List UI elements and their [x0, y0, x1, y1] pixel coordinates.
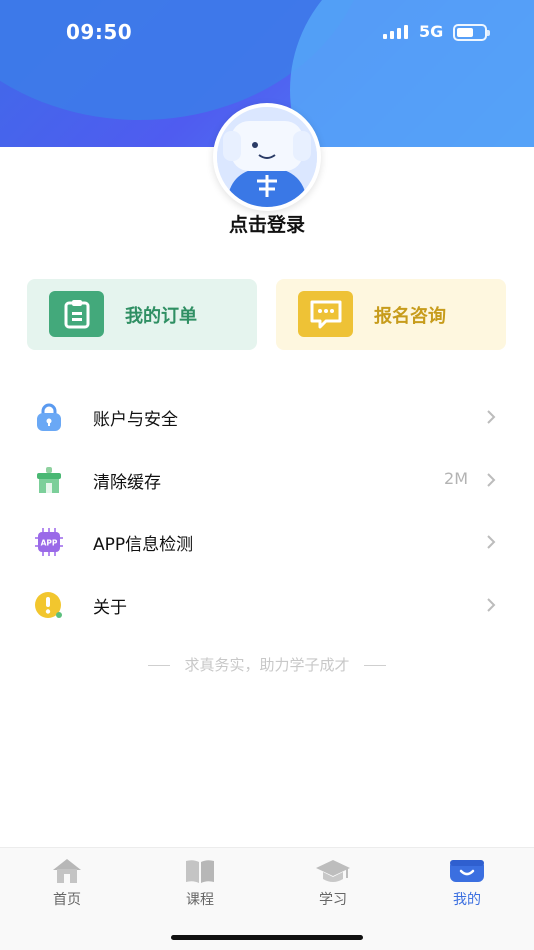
home-icon [53, 859, 81, 883]
chevron-right-icon [487, 535, 496, 549]
svg-text:APP: APP [41, 539, 58, 548]
tab-label: 学习 [319, 892, 347, 908]
status-bar: 09:50 5G [0, 0, 534, 66]
menu-label: APP信息检测 [93, 535, 194, 555]
enrollment-consult-label: 报名咨询 [374, 306, 446, 327]
chevron-right-icon [487, 598, 496, 612]
menu-item-about[interactable]: 关于 [0, 574, 534, 634]
app-chip-icon: APP [34, 527, 64, 557]
tab-label: 我的 [453, 892, 481, 908]
network-label: 5G [419, 22, 444, 41]
my-orders-label: 我的订单 [125, 306, 197, 327]
mascot-avatar-icon [217, 107, 317, 207]
slogan: 求真务实，助力学子成才 [0, 654, 534, 675]
menu-label: 清除缓存 [93, 473, 161, 493]
clipboard-icon [49, 291, 104, 337]
tab-mine[interactable]: 我的 [427, 858, 507, 918]
clear-cache-icon [34, 465, 64, 495]
menu-label: 账户与安全 [93, 410, 178, 430]
my-orders-card[interactable]: 我的订单 [27, 279, 257, 350]
menu-item-app-info-check[interactable]: APP APP信息检测 [0, 511, 534, 571]
chevron-right-icon [487, 410, 496, 424]
lock-icon [34, 402, 64, 432]
menu-item-account-security[interactable]: 账户与安全 [0, 386, 534, 446]
status-time: 09:50 [66, 20, 133, 44]
home-indicator[interactable] [171, 935, 363, 940]
tab-label: 课程 [186, 892, 214, 908]
tab-home[interactable]: 首页 [27, 858, 107, 918]
tab-label: 首页 [53, 892, 81, 908]
info-alert-icon [34, 590, 64, 620]
avatar[interactable] [213, 103, 321, 211]
signal-icon [383, 25, 408, 39]
chat-bubble-icon [298, 291, 353, 337]
chevron-right-icon [487, 473, 496, 487]
tab-study[interactable]: 学习 [293, 858, 373, 918]
profile-icon [450, 860, 484, 882]
enrollment-consult-card[interactable]: 报名咨询 [276, 279, 506, 350]
book-icon [186, 860, 214, 883]
slogan-text: 求真务实，助力学子成才 [184, 656, 350, 674]
menu-label: 关于 [93, 598, 127, 618]
profile-screen: 09:50 5G 点击登录 我的订单 报名咨询 账户与安全 清除缓存 2M AP… [0, 0, 534, 950]
graduation-cap-icon [316, 860, 350, 882]
menu-item-clear-cache[interactable]: 清除缓存 2M [0, 449, 534, 509]
tab-courses[interactable]: 课程 [160, 858, 240, 918]
login-prompt[interactable]: 点击登录 [0, 210, 534, 237]
battery-icon [453, 24, 490, 41]
cache-size-value: 2M [444, 469, 468, 488]
